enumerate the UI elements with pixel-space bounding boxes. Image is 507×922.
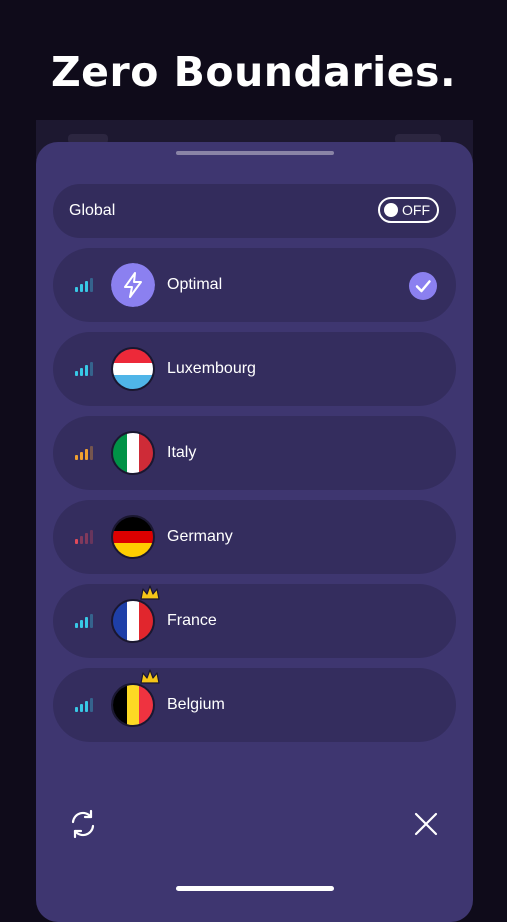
toggle-knob xyxy=(384,203,398,217)
signal-strength-icon xyxy=(75,530,93,544)
signal-strength-icon xyxy=(75,446,93,460)
signal-strength-icon xyxy=(75,362,93,376)
premium-crown-icon xyxy=(140,585,160,600)
luxembourg-flag-icon xyxy=(111,347,155,391)
server-item-germany[interactable]: Germany xyxy=(53,500,456,574)
premium-crown-icon xyxy=(140,669,160,684)
close-icon[interactable] xyxy=(410,808,442,840)
server-item-belgium[interactable]: Belgium xyxy=(53,668,456,742)
server-selection-sheet: Global OFF Optimal Luxembourg Italy Germ… xyxy=(36,142,473,922)
server-name: Italy xyxy=(167,444,197,461)
global-label: Global xyxy=(69,202,116,219)
sheet-drag-handle[interactable] xyxy=(176,151,334,155)
toggle-state-label: OFF xyxy=(402,202,430,218)
germany-flag-icon xyxy=(111,515,155,559)
server-name: France xyxy=(167,612,217,629)
signal-strength-icon xyxy=(75,698,93,712)
server-name: Germany xyxy=(167,528,233,545)
server-name: Belgium xyxy=(167,696,225,713)
signal-strength-icon xyxy=(75,614,93,628)
refresh-icon[interactable] xyxy=(67,808,99,840)
selected-check-icon xyxy=(409,272,437,300)
italy-flag-icon xyxy=(111,431,155,475)
headline: Zero Boundaries. xyxy=(50,48,457,96)
home-indicator xyxy=(176,886,334,891)
belgium-flag-icon xyxy=(111,683,155,727)
signal-strength-icon xyxy=(75,278,93,292)
server-name: Optimal xyxy=(167,276,223,293)
server-item-france[interactable]: France xyxy=(53,584,456,658)
france-flag-icon xyxy=(111,599,155,643)
global-filter-row: Global OFF xyxy=(53,184,456,238)
server-name: Luxembourg xyxy=(167,360,256,377)
server-item-italy[interactable]: Italy xyxy=(53,416,456,490)
lightning-icon xyxy=(111,263,155,307)
server-item-optimal[interactable]: Optimal xyxy=(53,248,456,322)
server-item-luxembourg[interactable]: Luxembourg xyxy=(53,332,456,406)
global-toggle[interactable]: OFF xyxy=(378,197,439,223)
